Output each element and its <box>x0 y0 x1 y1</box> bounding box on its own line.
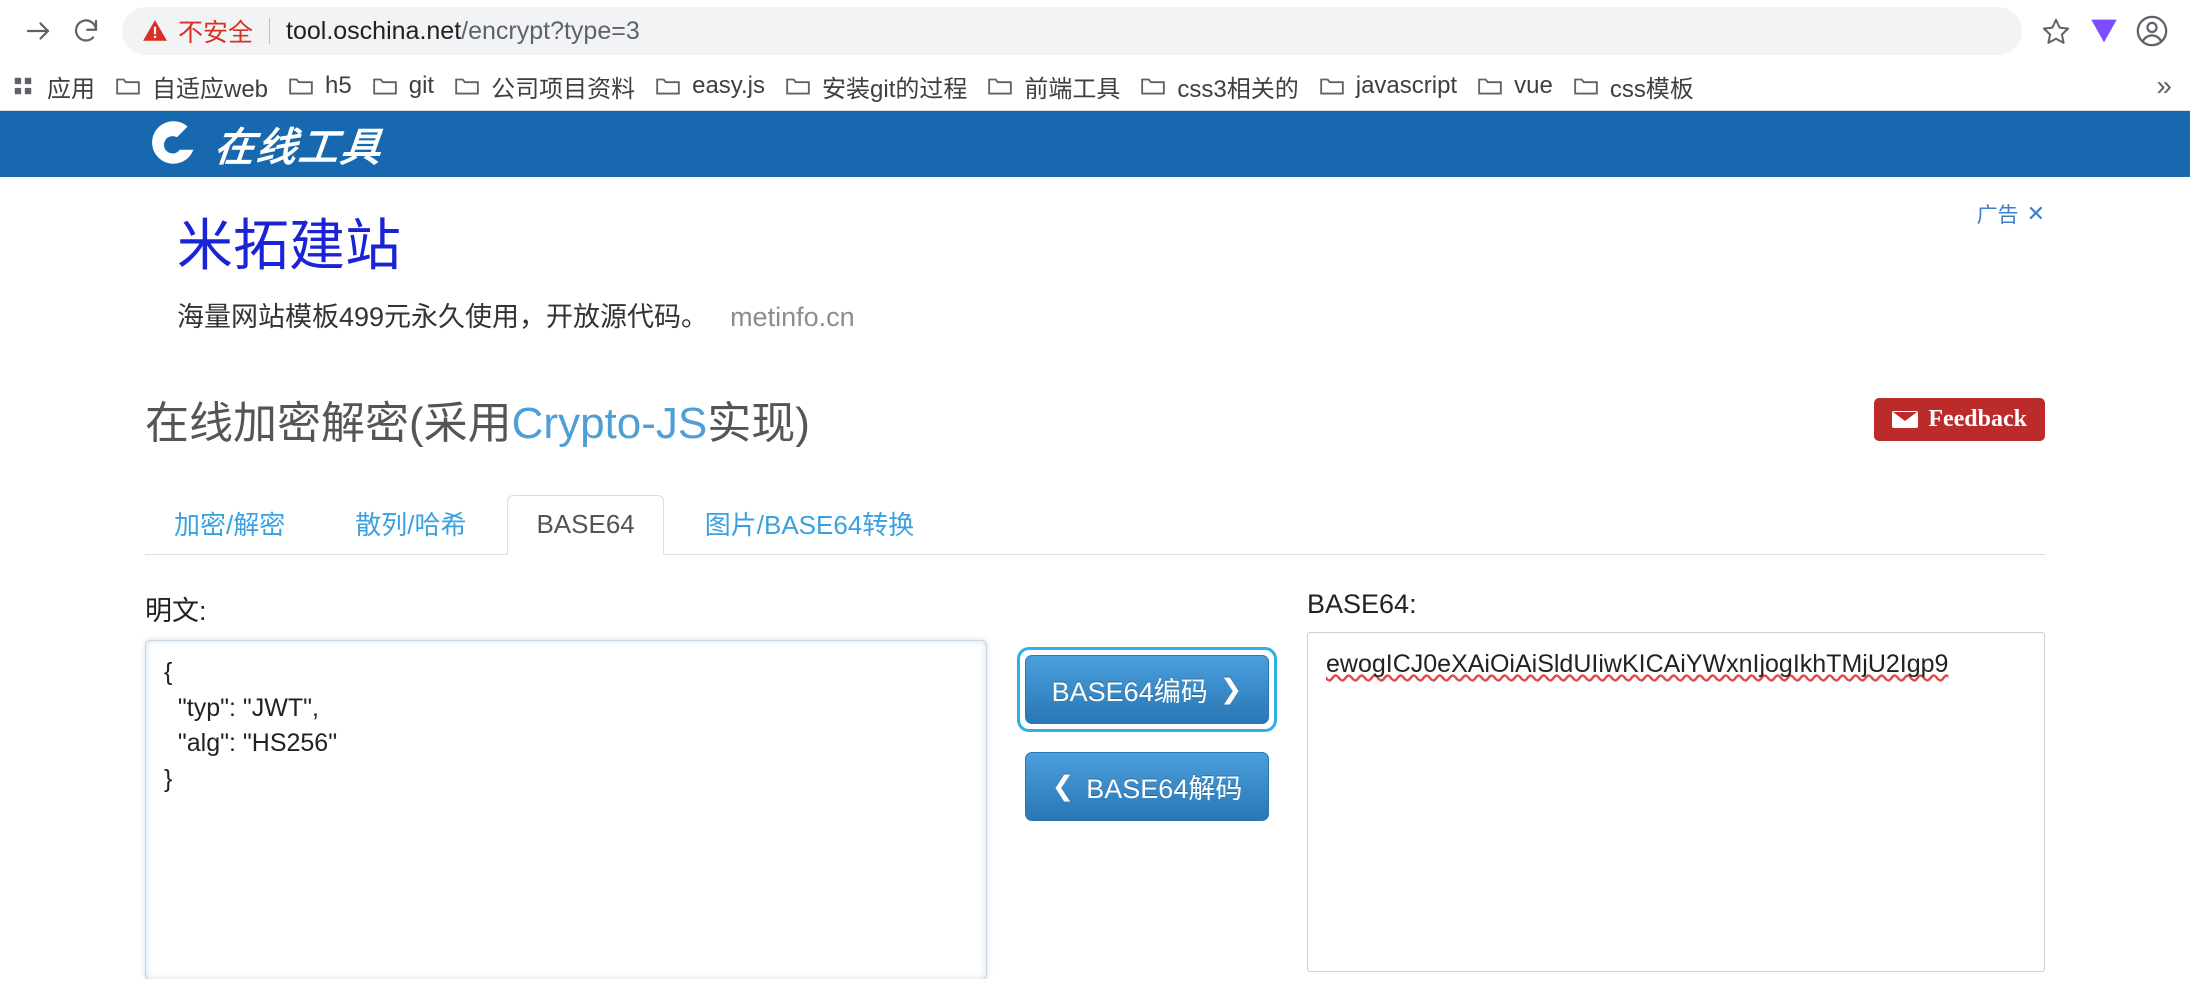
bookmark-label: git <box>408 72 435 99</box>
bookmark-label: vue <box>1514 72 1553 99</box>
decode-button-label: BASE64解码 <box>1086 774 1243 804</box>
folder-icon <box>454 75 480 97</box>
chevron-left-icon: ❮ <box>1051 771 1075 801</box>
address-bar[interactable]: 不安全 tool.oschina.net/encrypt?type=3 <box>122 7 2022 55</box>
decode-button-wrap: ❮ BASE64解码 <box>1017 744 1278 829</box>
bookmark-item-11[interactable]: css模板 <box>1563 64 1704 109</box>
folder-icon <box>1477 75 1503 97</box>
security-warning-icon <box>142 18 168 44</box>
bookmark-label: easy.js <box>692 72 766 99</box>
oschina-logo-icon <box>145 115 203 173</box>
bookmark-item-3[interactable]: git <box>362 67 444 105</box>
page-title-suffix: 实现) <box>707 399 810 448</box>
folder-icon <box>288 75 314 97</box>
bookmark-label: h5 <box>325 72 352 99</box>
plaintext-label: 明文: <box>145 596 207 626</box>
bookmark-item-0[interactable]: 应用 <box>0 64 105 109</box>
page-content: 在线工具 广告 ✕ 米拓建站 海量网站模板499元永久使用，开放源代码。 met… <box>0 111 2190 979</box>
forward-arrow-icon[interactable] <box>14 7 62 55</box>
bookmark-label: 前端工具 <box>1024 75 1121 103</box>
tab-base64[interactable]: BASE64 <box>507 495 664 555</box>
browser-chrome: 不安全 tool.oschina.net/encrypt?type=3 应用 自… <box>0 0 2190 111</box>
chevron-right-icon: ❯ <box>1219 674 1243 704</box>
folder-icon <box>372 75 398 97</box>
bookmark-item-6[interactable]: 安装git的过程 <box>775 64 977 109</box>
bookmark-label: javascript <box>1355 72 1458 99</box>
folder-icon <box>655 75 681 97</box>
bookmark-label: css模板 <box>1609 75 1694 103</box>
encode-button-focus-ring: BASE64编码 ❯ <box>1016 647 1278 732</box>
ad-title[interactable]: 米拓建站 <box>145 211 2045 281</box>
base64-label: BASE64: <box>1307 589 1417 619</box>
bookmark-item-4[interactable]: 公司项目资料 <box>444 64 645 109</box>
folder-icon <box>1573 75 1599 97</box>
bookmark-item-5[interactable]: easy.js <box>645 67 775 105</box>
bookmark-item-7[interactable]: 前端工具 <box>977 64 1130 109</box>
feedback-button[interactable]: Feedback <box>1874 397 2045 441</box>
bookmarks-overflow-button[interactable]: » <box>2148 70 2180 102</box>
bookmark-item-2[interactable]: h5 <box>278 67 362 105</box>
advertisement[interactable]: 广告 ✕ 米拓建站 海量网站模板499元永久使用，开放源代码。 metinfo.… <box>145 177 2045 363</box>
plaintext-column: 明文: <box>145 589 987 979</box>
browser-toolbar: 不安全 tool.oschina.net/encrypt?type=3 <box>0 0 2190 62</box>
tab-image-base64[interactable]: 图片/BASE64转换 <box>676 496 944 555</box>
bookmark-label: 安装git的过程 <box>822 75 968 103</box>
base64-output[interactable] <box>1307 632 2045 972</box>
envelope-icon <box>1892 410 1919 428</box>
close-icon[interactable]: ✕ <box>2027 201 2045 227</box>
action-column: BASE64编码 ❯ ❮ BASE64解码 <box>987 589 1307 829</box>
feedback-label: Feedback <box>1928 405 2027 432</box>
base64-column: BASE64: <box>1307 589 2045 977</box>
url-path: /encrypt?type=3 <box>461 16 640 45</box>
page-title-highlight: Crypto-JS <box>511 399 708 448</box>
bookmark-label: 应用 <box>47 75 95 103</box>
folder-icon <box>115 75 141 97</box>
folder-icon <box>987 75 1013 97</box>
folder-icon <box>785 75 811 97</box>
site-logo-text: 在线工具 <box>212 125 385 170</box>
bookmark-item-1[interactable]: 自适应web <box>105 64 278 109</box>
tab-hash[interactable]: 散列/哈希 <box>326 496 495 555</box>
converter-panel: 明文: BASE64编码 ❯ ❮ BASE64解码 <box>145 589 2045 979</box>
base64-decode-button[interactable]: ❮ BASE64解码 <box>1024 752 1270 821</box>
ad-subtitle: 海量网站模板499元永久使用，开放源代码。 <box>177 302 709 332</box>
security-warning-text: 不安全 <box>178 19 254 47</box>
apps-icon <box>10 75 36 97</box>
profile-avatar-icon[interactable] <box>2128 7 2176 55</box>
url-host: tool.oschina.net <box>286 16 462 45</box>
base64-encode-button[interactable]: BASE64编码 ❯ <box>1024 655 1270 724</box>
encode-button-label: BASE64编码 <box>1051 677 1208 707</box>
ad-badge: 广告 <box>1976 204 2019 227</box>
omnibox-divider <box>269 18 271 44</box>
url-text: tool.oschina.net/encrypt?type=3 <box>286 17 640 46</box>
page-title: 在线加密解密(采用Crypto-JS实现) <box>145 387 810 451</box>
bookmark-item-10[interactable]: vue <box>1467 67 1563 105</box>
page-title-prefix: 在线加密解密(采用 <box>145 399 512 448</box>
page-title-row: 在线加密解密(采用Crypto-JS实现) Feedback <box>145 387 2045 451</box>
bookmarks-bar: 应用 自适应web h5 git 公司项目资料 easy.js 安装git的过程 <box>0 62 2190 110</box>
bookmark-item-8[interactable]: css3相关的 <box>1130 64 1308 109</box>
reload-icon[interactable] <box>62 7 110 55</box>
bookmark-label: 公司项目资料 <box>491 75 636 103</box>
folder-icon <box>1319 75 1345 97</box>
ad-subtitle-row: 海量网站模板499元永久使用，开放源代码。 metinfo.cn <box>145 295 2045 334</box>
extension-icon[interactable] <box>2080 7 2128 55</box>
tab-bar: 加密/解密 散列/哈希 BASE64 图片/BASE64转换 <box>145 495 2045 555</box>
tab-encrypt-decrypt[interactable]: 加密/解密 <box>145 496 314 555</box>
bookmark-label: 自适应web <box>152 75 269 103</box>
site-header: 在线工具 <box>0 111 2190 177</box>
bookmark-label: css3相关的 <box>1177 75 1299 103</box>
ad-label-group: 广告 ✕ <box>1977 199 2045 229</box>
site-logo[interactable]: 在线工具 <box>145 115 385 173</box>
page-inner: 广告 ✕ 米拓建站 海量网站模板499元永久使用，开放源代码。 metinfo.… <box>0 177 2190 979</box>
bookmark-item-9[interactable]: javascript <box>1309 67 1467 105</box>
bookmark-star-icon[interactable] <box>2032 7 2080 55</box>
plaintext-input[interactable] <box>145 640 987 979</box>
folder-icon <box>1140 75 1166 97</box>
ad-domain: metinfo.cn <box>730 302 855 332</box>
